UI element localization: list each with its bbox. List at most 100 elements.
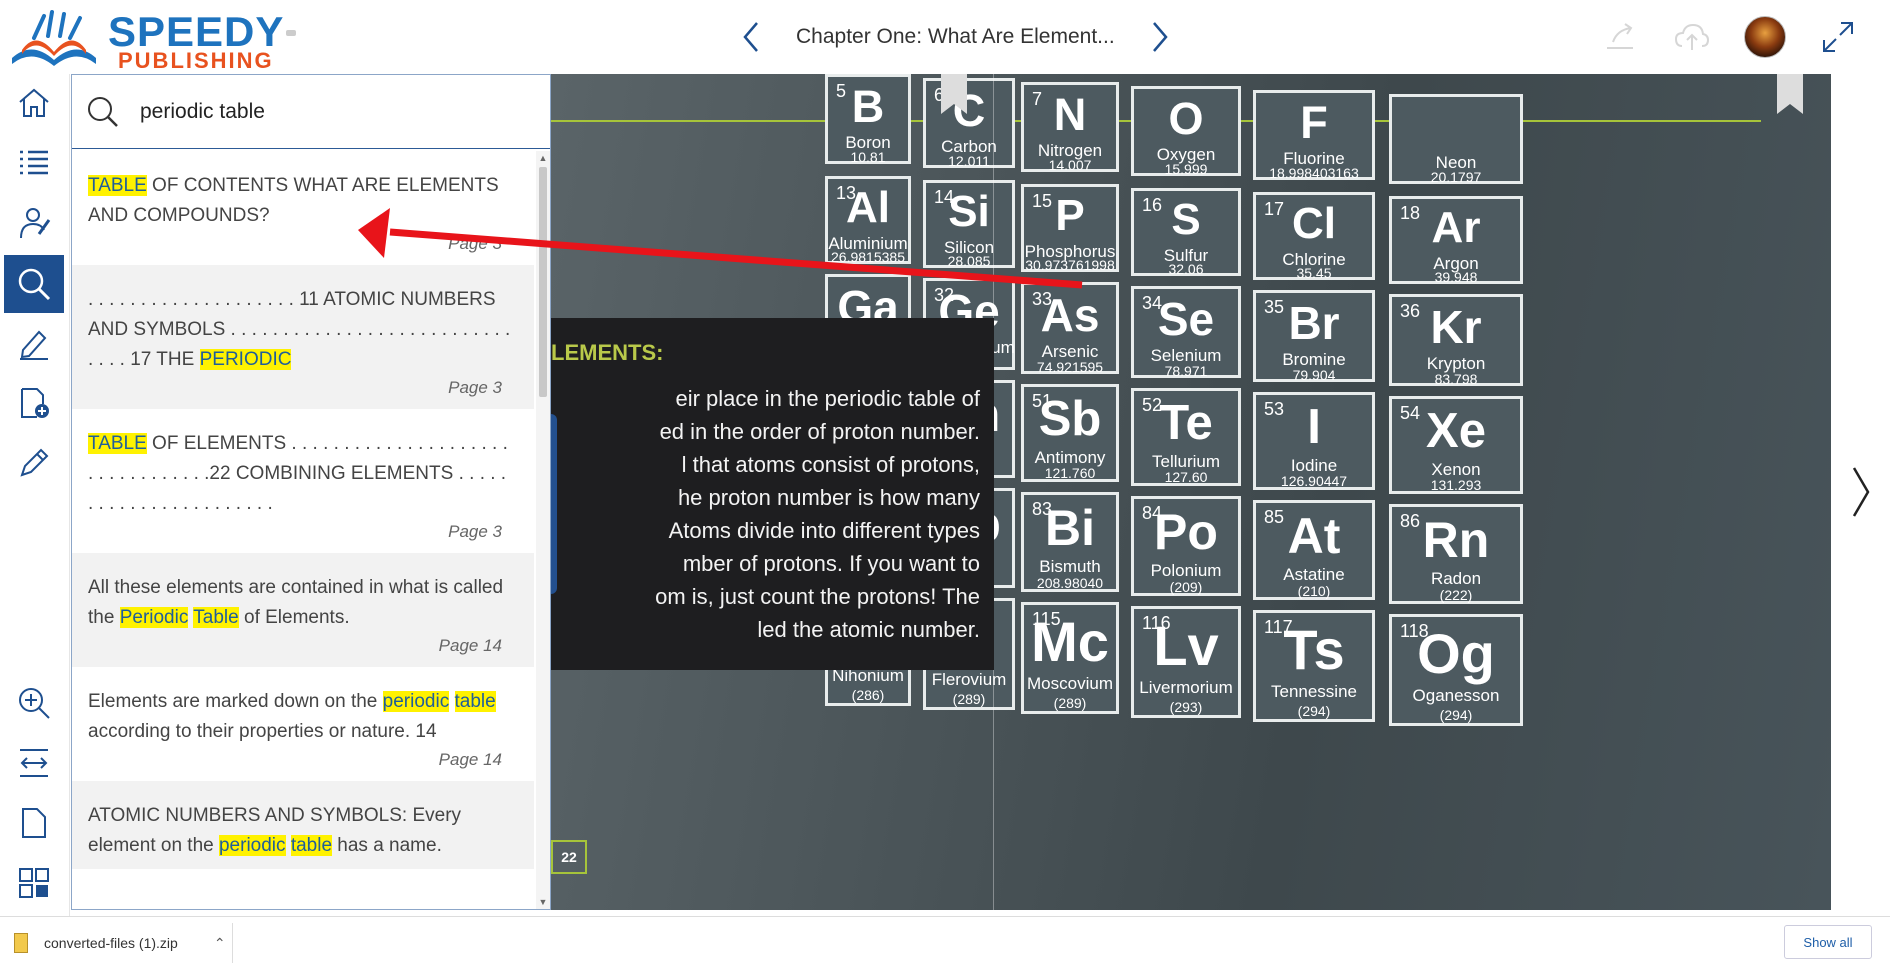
search-result-item[interactable]: All these elements are contained in what… [72, 553, 534, 667]
search-results-list[interactable]: TABLE OF CONTENTS WHAT ARE ELEMENTS AND … [72, 151, 534, 909]
element-cell: 51 Sb Antimony 121.760 [1021, 384, 1119, 482]
element-symbol: Og [1417, 622, 1495, 685]
toc-button[interactable] [4, 134, 64, 192]
element-mass: (289) [1053, 695, 1087, 711]
book-viewer[interactable]: 5 B Boron 10.81 6 C Carbon 12.011 7 N Nitrogen 14.0… [551, 74, 1831, 910]
annotate-button[interactable] [4, 314, 64, 372]
element-mass: 20.1797 [1430, 169, 1482, 185]
element-symbol: Xe [1426, 404, 1486, 458]
element-mass: (289) [952, 691, 986, 707]
element-symbol: Al [846, 183, 890, 232]
element-name: Astatine [1283, 565, 1345, 584]
element-mass: 28.085 [947, 253, 991, 269]
scroll-up-icon[interactable]: ▲ [538, 153, 548, 163]
edit-button[interactable] [4, 434, 64, 492]
chapter-title[interactable]: Chapter One: What Are Element... [766, 25, 1145, 49]
element-mass: (286) [851, 687, 885, 703]
search-button[interactable] [4, 255, 64, 313]
single-page-button[interactable] [4, 794, 64, 852]
scroll-down-icon[interactable]: ▼ [538, 897, 548, 907]
search-icon [18, 268, 51, 301]
highlight-match: periodic [218, 835, 286, 856]
element-cell: 36 Kr Krypton 83.798 [1389, 294, 1523, 387]
add-page-button[interactable] [4, 374, 64, 432]
element-mass: 131.293 [1430, 477, 1482, 493]
home-button[interactable] [4, 74, 64, 132]
table-of-contents-icon [20, 150, 48, 175]
next-chapter-button[interactable] [1145, 14, 1175, 60]
element-symbol: Se [1157, 293, 1215, 345]
element-mass: 121.760 [1044, 465, 1096, 481]
element-mass: 208.98040 [1036, 575, 1104, 591]
header-menu-dot[interactable] [286, 30, 296, 36]
bookmark-person-icon [20, 208, 51, 239]
element-symbol: S [1171, 195, 1201, 244]
card-line: l that atoms consist of protons, [681, 452, 980, 477]
chevron-left-icon [743, 22, 758, 52]
element-mass: 18.998403163 [1269, 165, 1359, 181]
chevron-right-icon [1152, 22, 1168, 52]
show-all-button[interactable]: Show all [1784, 925, 1872, 959]
download-file-name: converted-files (1).zip [44, 935, 178, 951]
element-cell: 117 Ts Tennessine (294) [1253, 610, 1375, 722]
search-panel: TABLE OF CONTENTS WHAT ARE ELEMENTS AND … [71, 74, 551, 910]
prev-chapter-button[interactable] [736, 14, 766, 60]
zoom-in-icon [19, 688, 50, 719]
element-mass: 35.45 [1296, 265, 1332, 281]
search-result-item[interactable]: TABLE OF ELEMENTS . . . . . . . . . . . … [72, 409, 534, 553]
element-symbol: Sb [1038, 392, 1102, 446]
download-item[interactable]: converted-files (1).zip ⌃ [14, 925, 226, 961]
upload-button[interactable] [1672, 17, 1712, 57]
element-symbol: F [1300, 97, 1328, 148]
element-name: Oganesson [1412, 686, 1500, 705]
user-avatar[interactable] [1744, 16, 1786, 58]
result-text-segment: has a name. [332, 835, 442, 856]
brand-logo[interactable]: SPEEDY PUBLISHING [8, 6, 283, 73]
element-cell: 84 Po Polonium (209) [1131, 496, 1241, 596]
element-mass: 15.999 [1164, 161, 1208, 177]
search-result-text: TABLE OF CONTENTS WHAT ARE ELEMENTS AND … [88, 171, 516, 231]
scroll-thumb[interactable] [539, 167, 547, 397]
chevron-up-icon[interactable]: ⌃ [214, 935, 226, 952]
element-mass: 12.011 [948, 153, 990, 169]
search-input[interactable] [140, 99, 520, 124]
element-cell: O Oxygen 15.999 [1131, 86, 1241, 177]
card-line: he proton number is how many [677, 485, 980, 510]
result-page-label: Page 3 [448, 522, 502, 541]
element-cell: 18 Ar Argon 39.948 [1389, 196, 1523, 285]
element-cell: Neon 20.1797 [1389, 94, 1523, 185]
result-page-label: Page 3 [448, 378, 502, 397]
element-cell: 115 Mc Moscovium (289) [1021, 602, 1119, 714]
element-symbol: O [1168, 93, 1204, 144]
thumbnails-button[interactable] [4, 854, 64, 912]
element-mass: 78.971 [1164, 363, 1208, 379]
element-mass: 79.904 [1292, 367, 1336, 383]
element-symbol: Cl [1292, 199, 1336, 248]
search-result-item[interactable]: TABLE OF CONTENTS WHAT ARE ELEMENTS AND … [72, 151, 534, 265]
element-symbol: P [1055, 191, 1085, 240]
element-symbol: C [952, 85, 986, 136]
brand-line2: PUBLISHING [118, 48, 274, 73]
zoom-in-button[interactable] [4, 674, 64, 732]
search-result-item[interactable]: Elements are marked down on the periodic… [72, 667, 534, 781]
search-result-item[interactable]: ATOMIC NUMBERS AND SYMBOLS: Every elemen… [72, 781, 534, 869]
fit-width-button[interactable] [4, 734, 64, 792]
results-scrollbar[interactable]: ▲ ▼ [536, 151, 550, 909]
element-mass: 30.973761998 [1025, 257, 1115, 273]
panel-collapse-handle[interactable] [551, 414, 557, 594]
element-cell: 86 Rn Radon (222) [1389, 504, 1523, 604]
card-body: eir place in the periodic table of ed in… [551, 382, 994, 646]
zip-file-icon [14, 933, 28, 953]
bookmarks-button[interactable] [4, 194, 64, 252]
highlight-match: TABLE [88, 433, 147, 454]
next-page-button[interactable] [1831, 74, 1890, 910]
fullscreen-button[interactable] [1818, 17, 1858, 57]
element-name: Radon [1430, 569, 1482, 588]
element-cell: 14 Si Silicon 28.085 [923, 180, 1015, 269]
element-cell: 118 Og Oganesson (294) [1389, 614, 1523, 726]
tool-rail [0, 74, 70, 916]
element-mass: 83.798 [1434, 371, 1478, 387]
download-separator [232, 923, 233, 963]
search-result-item[interactable]: . . . . . . . . . . . . . . . . . . . . … [72, 265, 534, 409]
share-button[interactable] [1600, 17, 1640, 57]
